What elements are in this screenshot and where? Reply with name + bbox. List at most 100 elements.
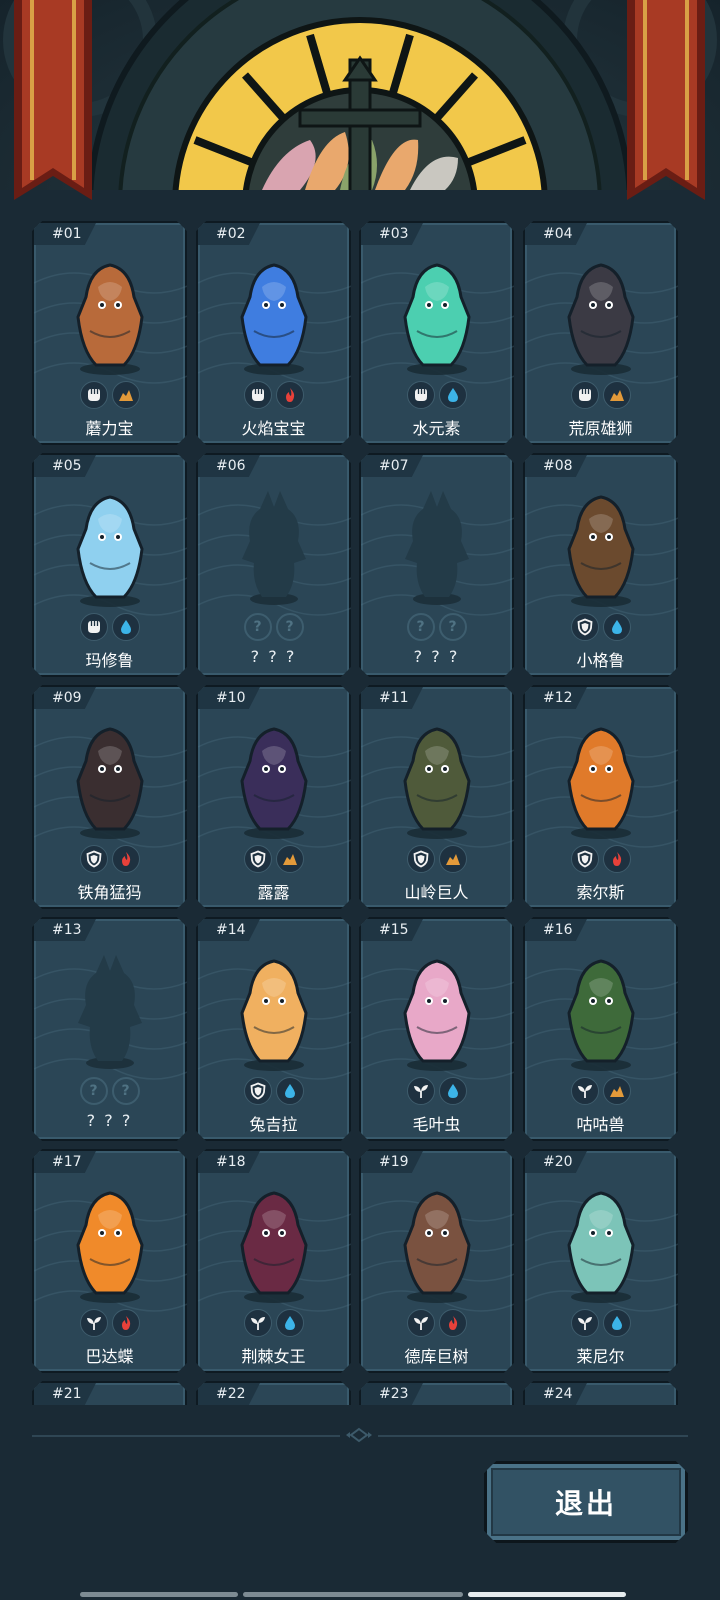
water-icon	[602, 1309, 631, 1337]
creature-portrait	[373, 711, 501, 851]
card-number: #20	[525, 1151, 587, 1173]
creature-card[interactable]: #05 玛修鲁	[32, 453, 187, 677]
creature-card[interactable]: #13?? ? ? ?	[32, 917, 187, 1141]
unknown-type-icon: ?	[406, 613, 435, 641]
creature-card[interactable]: #04 荒原雄狮	[523, 221, 678, 445]
creature-portrait	[46, 711, 174, 851]
sprout-icon	[243, 1309, 272, 1337]
creature-name: ? ? ?	[86, 1111, 133, 1130]
type-icons	[361, 1077, 512, 1107]
locked-creature-silhouette	[373, 479, 501, 619]
shield-icon	[79, 845, 108, 873]
creature-portrait	[537, 1175, 665, 1315]
creature-portrait	[46, 479, 174, 619]
type-icons	[198, 845, 349, 875]
creature-card[interactable]: #17 巴达蝶	[32, 1149, 187, 1373]
nav-bar-segment-3	[468, 1592, 626, 1597]
stained-glass-window	[0, 0, 720, 205]
shield-icon	[243, 845, 272, 873]
unknown-type-icon: ?	[275, 613, 304, 641]
creature-name: ? ? ?	[250, 647, 297, 666]
fist-icon	[406, 381, 435, 409]
unknown-type-icon: ?	[243, 613, 272, 641]
card-number: #15	[361, 919, 423, 941]
creature-card[interactable]: #08 小格鲁	[523, 453, 678, 677]
creature-card[interactable]: #07?? ? ? ?	[359, 453, 514, 677]
creature-card[interactable]: #15 毛叶虫	[359, 917, 514, 1141]
earth-icon	[602, 381, 631, 409]
creature-card[interactable]: #11 山岭巨人	[359, 685, 514, 909]
creature-portrait	[210, 711, 338, 851]
unknown-type-icon: ?	[111, 1077, 140, 1105]
card-number: #23	[361, 1383, 423, 1405]
creature-card[interactable]: #01 蘑力宝	[32, 221, 187, 445]
card-number: #19	[361, 1151, 423, 1173]
creature-name: 山岭巨人	[404, 883, 469, 902]
card-number: #21	[34, 1383, 96, 1405]
fire-icon	[602, 845, 631, 873]
card-number: #01	[34, 223, 96, 245]
creature-card[interactable]: #12 索尔斯	[523, 685, 678, 909]
card-number: #16	[525, 919, 587, 941]
card-number: #22	[198, 1383, 260, 1405]
creature-card[interactable]: #03 水元素	[359, 221, 514, 445]
divider-ornament-icon	[340, 1427, 378, 1443]
water-icon	[438, 381, 467, 409]
type-icons	[198, 381, 349, 411]
creature-card[interactable]: #20 莱尼尔	[523, 1149, 678, 1373]
creature-name: 巴达蝶	[85, 1347, 134, 1366]
creature-name: 兔吉拉	[249, 1115, 298, 1134]
sprout-icon	[406, 1309, 435, 1337]
fire-icon	[438, 1309, 467, 1337]
type-icons	[361, 381, 512, 411]
footer: 退出	[0, 1405, 720, 1600]
creature-portrait	[537, 943, 665, 1083]
creature-portrait	[210, 1175, 338, 1315]
creature-card[interactable]: #02 火焰宝宝	[196, 221, 351, 445]
unknown-type-icon: ?	[438, 613, 467, 641]
card-number: #18	[198, 1151, 260, 1173]
creature-name: 荒原雄狮	[568, 419, 633, 438]
shield-icon	[570, 613, 599, 641]
creature-portrait	[373, 247, 501, 387]
locked-creature-silhouette	[46, 943, 174, 1083]
fist-icon	[79, 381, 108, 409]
sprout-icon	[79, 1309, 108, 1337]
type-icons	[34, 381, 185, 411]
card-number: #02	[198, 223, 260, 245]
shield-icon	[243, 1077, 272, 1105]
card-number: #05	[34, 455, 96, 477]
creature-portrait	[537, 711, 665, 851]
creature-portrait	[537, 479, 665, 619]
creature-name: 铁角猛犸	[77, 883, 142, 902]
water-icon	[275, 1309, 304, 1337]
creature-name: 莱尼尔	[576, 1347, 625, 1366]
earth-icon	[438, 845, 467, 873]
creature-card[interactable]: #09 铁角猛犸	[32, 685, 187, 909]
creature-card[interactable]: #18 荆棘女王	[196, 1149, 351, 1373]
shield-icon	[570, 845, 599, 873]
creature-name: 露露	[257, 883, 290, 902]
nav-bar-segment-2	[243, 1592, 463, 1597]
creature-card[interactable]: #10 露露	[196, 685, 351, 909]
type-icons	[525, 1309, 676, 1339]
creature-card[interactable]: #19 德库巨树	[359, 1149, 514, 1373]
creature-card[interactable]: #16 咕咕兽	[523, 917, 678, 1141]
sprout-icon	[406, 1077, 435, 1105]
shield-icon	[406, 845, 435, 873]
card-number: #06	[198, 455, 260, 477]
type-icons: ??	[198, 613, 349, 643]
creature-name: 水元素	[412, 419, 461, 438]
fire-icon	[111, 1309, 140, 1337]
type-icons	[525, 381, 676, 411]
header-decoration	[0, 0, 720, 205]
creature-card[interactable]: #06?? ? ? ?	[196, 453, 351, 677]
type-icons	[361, 845, 512, 875]
creature-portrait	[373, 1175, 501, 1315]
type-icons: ??	[34, 1077, 185, 1107]
creature-card[interactable]: #14 兔吉拉	[196, 917, 351, 1141]
creature-grid[interactable]: #01 蘑力宝 #02 火焰宝宝 #03 水元素 #04 荒原雄狮 #05 玛修鲁 #06??? ?…	[0, 205, 720, 1435]
creature-name: 索尔斯	[576, 883, 625, 902]
exit-button[interactable]: 退出	[484, 1461, 688, 1543]
creature-name: 蘑力宝	[85, 419, 134, 438]
